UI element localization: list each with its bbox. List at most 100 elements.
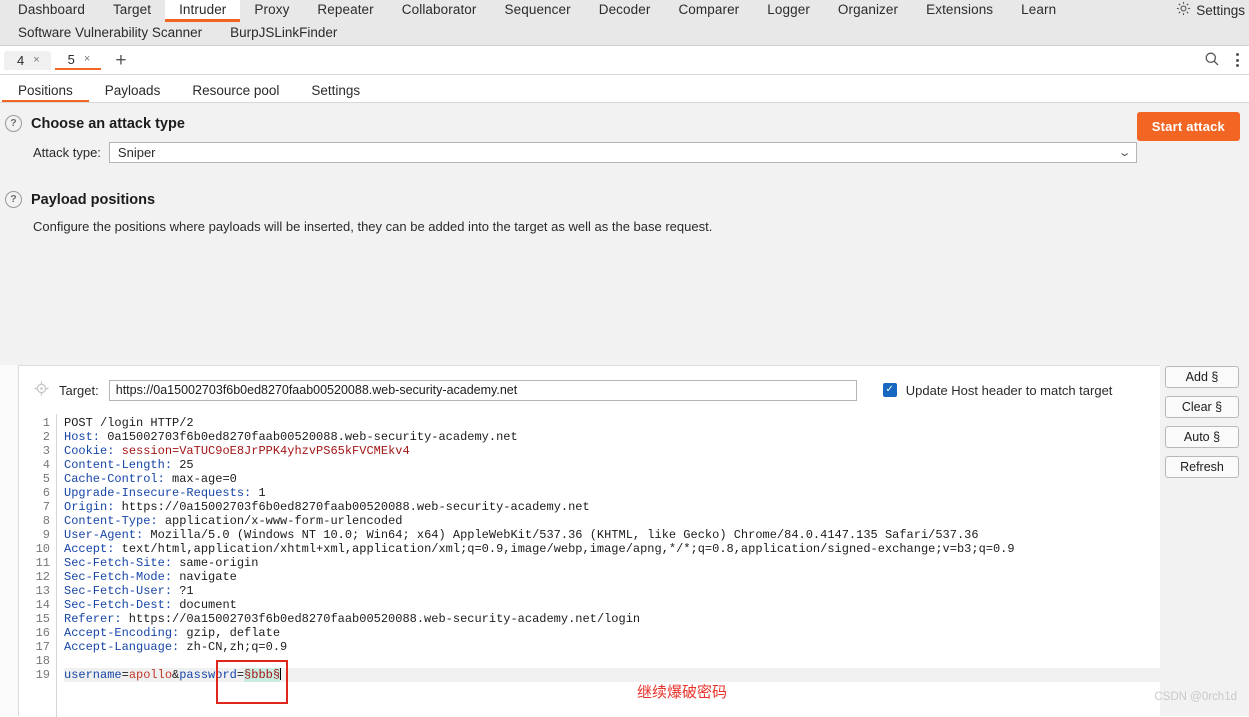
main-tab-comparer[interactable]: Comparer bbox=[664, 0, 753, 22]
update-host-header-checkbox-row[interactable]: ✓ Update Host header to match target bbox=[882, 383, 1112, 398]
watermark: CSDN @0rch1d bbox=[1154, 691, 1237, 703]
main-tab-collaborator[interactable]: Collaborator bbox=[388, 0, 491, 22]
body-param-key-password: password bbox=[179, 668, 237, 682]
header-value: max-age=0 bbox=[164, 472, 237, 486]
line-number: 16 bbox=[35, 626, 50, 640]
equals-sign: = bbox=[121, 668, 129, 682]
add-attack-tab-button[interactable]: + bbox=[105, 51, 136, 70]
attack-type-label: Attack type: bbox=[33, 145, 101, 160]
annotation-text: 继续爆破密码 bbox=[637, 683, 728, 701]
help-icon[interactable]: ? bbox=[5, 115, 22, 132]
settings-button[interactable]: Settings bbox=[1176, 1, 1245, 19]
extension-tab-1[interactable]: BurpJSLinkFinder bbox=[216, 25, 351, 40]
main-tab-repeater[interactable]: Repeater bbox=[303, 0, 387, 22]
attack-tab-label: 4 bbox=[17, 52, 25, 68]
header-name: Accept: bbox=[64, 542, 115, 556]
header-name: Accept-Language: bbox=[64, 640, 180, 654]
request-line: Origin: https://0a15002703f6b0ed8270faab… bbox=[64, 500, 1160, 514]
settings-label: Settings bbox=[1196, 2, 1245, 18]
request-editor-panel: Target: https://0a15002703f6b0ed8270faab… bbox=[18, 365, 1160, 717]
request-line: Accept-Encoding: gzip, deflate bbox=[64, 626, 1160, 640]
header-value: text/html,application/xhtml+xml,applicat… bbox=[114, 542, 1015, 556]
header-value: navigate bbox=[172, 570, 237, 584]
intruder-positions-panel: Start attack ? Choose an attack type Att… bbox=[0, 103, 1249, 717]
vertical-dots-icon[interactable] bbox=[1232, 53, 1243, 67]
payload-position-marker[interactable]: §bbb§ bbox=[244, 668, 281, 682]
payload-positions-description: Configure the positions where payloads w… bbox=[33, 219, 713, 234]
header-name: User-Agent: bbox=[64, 528, 144, 542]
line-number: 18 bbox=[35, 654, 50, 668]
request-editor[interactable]: 1 2 3 4 5 6 7 8 9 10 11 12 13 14 15 16 17 18 19 POST /logi… bbox=[19, 414, 1160, 717]
line-number: 17 bbox=[35, 640, 50, 654]
section-title-attack-type: Choose an attack type bbox=[31, 115, 185, 132]
attack-type-value: Sniper bbox=[117, 145, 156, 160]
panel-left-strip bbox=[0, 365, 18, 716]
sub-tab-settings[interactable]: Settings bbox=[295, 81, 376, 102]
request-line: User-Agent: Mozilla/5.0 (Windows NT 10.0… bbox=[64, 528, 1160, 542]
request-code[interactable]: POST /login HTTP/2 Host: 0a15002703f6b0ed… bbox=[57, 414, 1160, 717]
main-tab-target[interactable]: Target bbox=[99, 0, 165, 22]
header-name: Sec-Fetch-Mode: bbox=[64, 570, 173, 584]
request-line: Content-Length: 25 bbox=[64, 458, 1160, 472]
close-icon[interactable]: × bbox=[33, 54, 39, 66]
attack-tab-label: 5 bbox=[67, 51, 75, 67]
extension-tab-0[interactable]: Software Vulnerability Scanner bbox=[4, 25, 216, 40]
main-tab-sequencer[interactable]: Sequencer bbox=[491, 0, 585, 22]
main-tab-extensions[interactable]: Extensions bbox=[912, 0, 1007, 22]
sub-tab-resource-pool[interactable]: Resource pool bbox=[176, 81, 295, 102]
request-body-line[interactable]: username=apollo&password=§bbb§ bbox=[64, 668, 1160, 682]
body-param-value-username: apollo bbox=[128, 668, 173, 682]
header-name: Content-Type: bbox=[64, 514, 158, 528]
equals-sign: = bbox=[236, 668, 245, 682]
button-add[interactable]: Add § bbox=[1165, 366, 1239, 388]
body-param-key-username: username bbox=[64, 668, 122, 682]
attack-type-select[interactable]: Sniper ⌄ bbox=[108, 142, 1137, 163]
target-input[interactable]: https://0a15002703f6b0ed8270faab00520088… bbox=[108, 379, 857, 401]
line-number: 14 bbox=[35, 598, 50, 612]
main-tab-learn[interactable]: Learn bbox=[1007, 0, 1070, 22]
main-tab-decoder[interactable]: Decoder bbox=[585, 0, 665, 22]
request-line: Cookie: session=VaTUC9oE8JrPPK4yhzvPS65k… bbox=[64, 444, 1160, 458]
sub-tab-payloads[interactable]: Payloads bbox=[89, 81, 177, 102]
main-tab-organizer[interactable]: Organizer bbox=[824, 0, 912, 22]
main-tab-intruder[interactable]: Intruder bbox=[165, 0, 241, 22]
search-icon[interactable] bbox=[1204, 51, 1220, 70]
header-name: Accept-Encoding: bbox=[64, 626, 180, 640]
attack-tab-5[interactable]: 5 × bbox=[54, 50, 102, 70]
header-name: Sec-Fetch-Site: bbox=[64, 556, 173, 570]
header-value: https://0a15002703f6b0ed8270faab00520088… bbox=[121, 612, 641, 626]
line-number-gutter: 1 2 3 4 5 6 7 8 9 10 11 12 13 14 15 16 17 18 19 bbox=[19, 414, 57, 717]
gear-icon bbox=[1176, 1, 1191, 19]
button-clear[interactable]: Clear § bbox=[1165, 396, 1239, 418]
line-number: 6 bbox=[42, 486, 50, 500]
header-value: application/x-www-form-urlencoded bbox=[157, 514, 403, 528]
target-row: Target: https://0a15002703f6b0ed8270faab… bbox=[19, 366, 1160, 414]
intruder-sub-tabs: Positions Payloads Resource pool Settings bbox=[0, 75, 1249, 103]
line-number: 12 bbox=[35, 570, 50, 584]
button-refresh[interactable]: Refresh bbox=[1165, 456, 1239, 478]
start-attack-button[interactable]: Start attack bbox=[1136, 112, 1240, 141]
line-number: 10 bbox=[35, 542, 50, 556]
main-tab-proxy[interactable]: Proxy bbox=[240, 0, 303, 22]
attack-tab-list: 4 × 5 × bbox=[4, 50, 105, 70]
request-line: Sec-Fetch-Site: same-origin bbox=[64, 556, 1160, 570]
extension-tab-row: Software Vulnerability Scanner BurpJSLink… bbox=[0, 25, 1249, 45]
line-number: 5 bbox=[42, 472, 50, 486]
header-name: Sec-Fetch-User: bbox=[64, 584, 173, 598]
line-number: 19 bbox=[35, 668, 50, 682]
checkbox-checked-icon[interactable]: ✓ bbox=[882, 383, 897, 397]
line-number: 11 bbox=[35, 556, 50, 570]
crosshair-icon bbox=[34, 381, 49, 399]
sub-tab-positions[interactable]: Positions bbox=[2, 81, 89, 102]
header-value: zh-CN,zh;q=0.9 bbox=[179, 640, 288, 654]
line-number: 3 bbox=[42, 444, 50, 458]
request-line: Sec-Fetch-Mode: navigate bbox=[64, 570, 1160, 584]
main-tab-logger[interactable]: Logger bbox=[753, 0, 824, 22]
main-tab-dashboard[interactable]: Dashboard bbox=[4, 0, 99, 22]
attack-tab-4[interactable]: 4 × bbox=[4, 50, 51, 70]
button-auto[interactable]: Auto § bbox=[1165, 426, 1239, 448]
help-icon[interactable]: ? bbox=[5, 191, 22, 208]
close-icon[interactable]: × bbox=[84, 53, 90, 65]
request-line: POST /login HTTP/2 bbox=[64, 416, 1160, 430]
request-line: Upgrade-Insecure-Requests: 1 bbox=[64, 486, 1160, 500]
